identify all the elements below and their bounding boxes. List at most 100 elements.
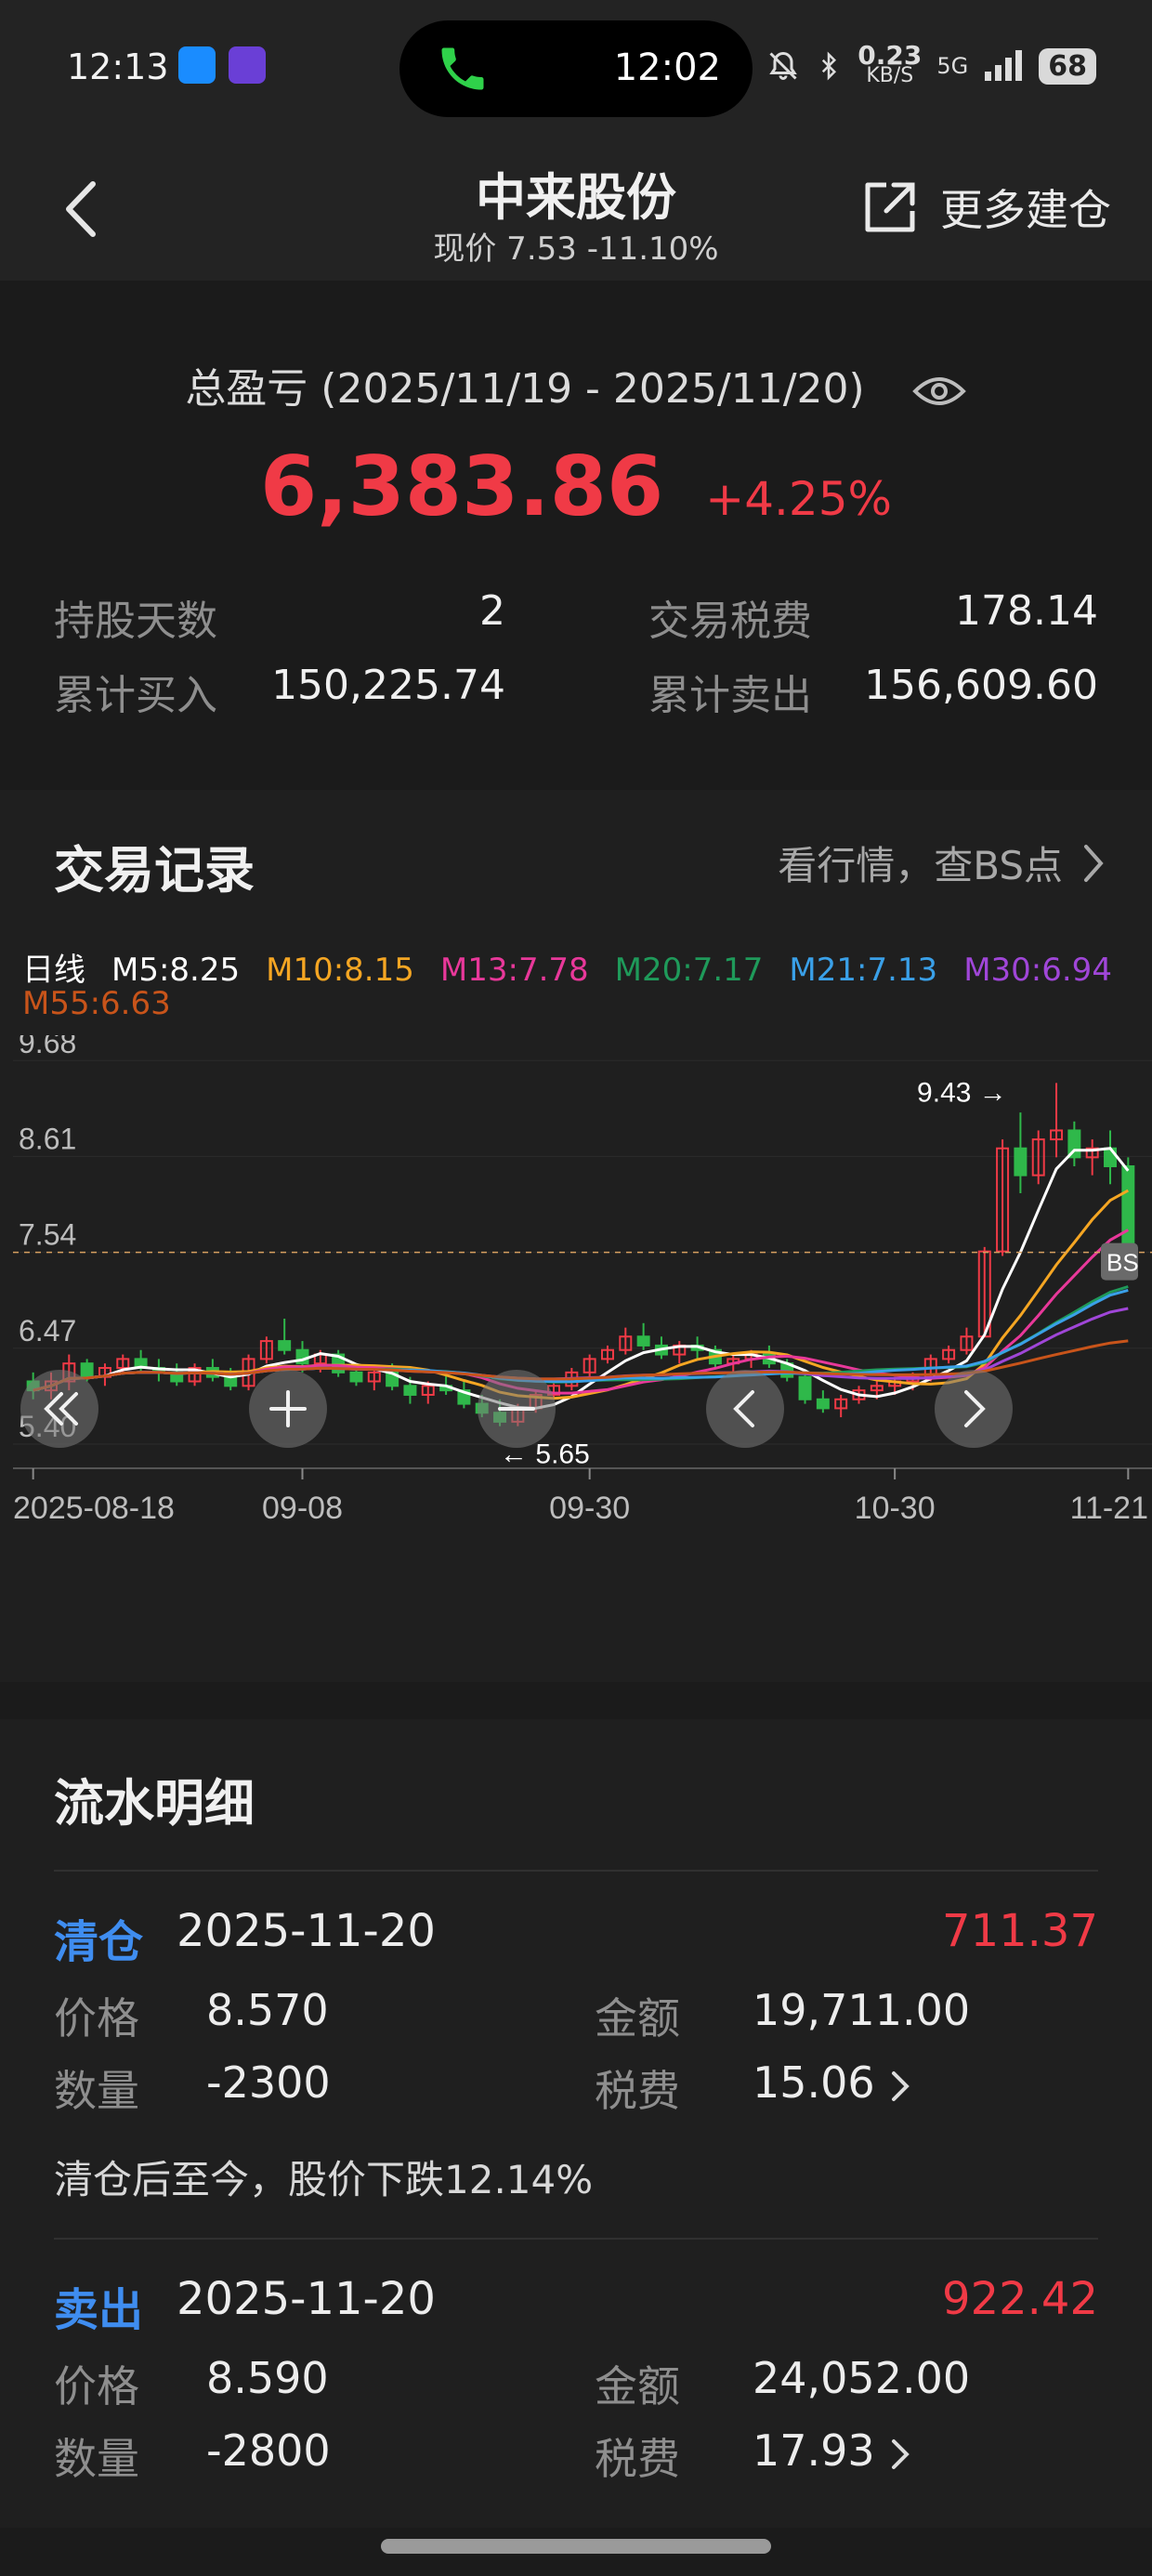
home-indicator[interactable] (381, 2539, 771, 2554)
pl-percent: +4.25% (705, 472, 893, 526)
status-time: 12:13 (67, 46, 169, 87)
y-tick-label: 8.61 (19, 1122, 76, 1155)
chevron-right-icon (891, 2438, 910, 2469)
candle-body (80, 1362, 94, 1378)
y-tick-label: 6.47 (19, 1314, 76, 1347)
price-value: 8.590 (206, 2353, 329, 2403)
call-pill[interactable]: 12:02 (399, 20, 753, 117)
fee-value: 15.06 (753, 2057, 875, 2108)
candle-body (636, 1335, 650, 1347)
candle-body (1121, 1165, 1135, 1253)
x-tick-label: 10-30 (855, 1491, 936, 1526)
ma-legend-row2: M55:6.63 (22, 985, 197, 1022)
tax-value: 178.14 (955, 587, 1098, 635)
pl-amount: 6,383.86 (259, 439, 664, 534)
ma-legend-item: M10:8.15 (266, 952, 414, 989)
sell-total-value: 156,609.60 (864, 662, 1098, 709)
control-circle (935, 1370, 1013, 1448)
y-tick-label: 7.54 (19, 1218, 76, 1252)
call-duration: 12:02 (613, 46, 721, 89)
x-tick-label: 09-30 (549, 1491, 630, 1526)
ma-line (33, 1147, 1130, 1410)
ma-legend-item: M5:8.25 (111, 952, 241, 989)
fee-label: 税费 (595, 2434, 680, 2484)
price-label: 价格 (54, 2361, 139, 2412)
y-tick-label: 9.68 (19, 1035, 76, 1059)
bluetooth-icon (822, 51, 837, 81)
x-tick-label: 2025-08-18 (13, 1491, 175, 1526)
pan-left-button[interactable] (706, 1370, 784, 1448)
record-type: 卖出 (54, 2284, 144, 2336)
amount-label: 金额 (595, 2361, 680, 2412)
eye-icon[interactable] (911, 373, 967, 410)
pl-summary: 总盈亏 (2025/11/19 - 2025/11/20) 6,383.86 +… (0, 281, 1152, 753)
kline-svg[interactable]: 9.688.617.546.475.409.43 →← 5.65BS2025-0… (13, 1026, 1152, 1593)
status-icons: 0.23 KB/S 5G 68 (766, 40, 1096, 87)
chevron-right-icon (1084, 844, 1104, 882)
amount-label: 金额 (595, 1993, 680, 2044)
record-date: 2025-11-20 (177, 1905, 436, 1957)
candle-body (278, 1340, 292, 1351)
tax-row: 交易税费 178.14 (648, 587, 1098, 645)
ma-legend-item: M55:6.63 (22, 985, 171, 1022)
candle-body (1014, 1147, 1028, 1176)
period-label: 日线 (22, 952, 85, 989)
app-notification-icon (178, 46, 216, 84)
clear-note: 清仓后至今，股价下跌12.14% (54, 2157, 594, 2202)
pl-amount-row: 6,383.86 +4.25% (0, 439, 1152, 534)
zoom-out-button[interactable] (478, 1370, 556, 1448)
pan-right-button[interactable] (935, 1370, 1013, 1448)
control-circle (706, 1370, 784, 1448)
bs-marker-label: BS (1106, 1249, 1139, 1277)
record-type: 清仓 (54, 1916, 144, 1968)
buy-total-value: 150,225.74 (271, 662, 505, 709)
pl-header: 总盈亏 (2025/11/19 - 2025/11/20) (0, 355, 1152, 414)
amount-value: 19,711.00 (753, 1985, 971, 2035)
price-value: 8.570 (206, 1985, 329, 2035)
battery-level: 68 (1039, 47, 1096, 85)
qty-value: -2300 (206, 2057, 331, 2108)
sell-total-row: 累计卖出 156,609.60 (648, 662, 1098, 719)
view-market-link[interactable]: 看行情，查BS点 (778, 835, 1106, 891)
nav-bar: 中来股份 现价 7.53 -11.10% 更多建仓 (0, 139, 1152, 281)
ma-legend: 日线 M5:8.25 M10:8.15 M13:7.78 M20:7.17 M21:7.1… (22, 944, 1138, 990)
trade-record-title: 交易记录 (54, 841, 255, 900)
buy-total-row: 累计买入 150,225.74 (54, 662, 505, 719)
app-notification-icon (229, 46, 266, 84)
chevron-right-icon (891, 2070, 910, 2101)
status-bar: 12:13 12:02 0.23 KB/S 5G 68 (0, 0, 1152, 139)
ma-legend-item: M13:7.78 (439, 952, 589, 989)
hold-days-row: 持股天数 2 (54, 587, 505, 645)
ma-legend-item: M30:6.94 (963, 952, 1112, 989)
fee-value: 17.93 (753, 2425, 875, 2476)
candle-body (816, 1398, 830, 1410)
more-positions-label: 更多建仓 (940, 185, 1111, 235)
trade-record-section: 交易记录 看行情，查BS点 日线 M5:8.25 M10:8.15 M13:7.78 M… (0, 790, 1152, 1682)
hold-days-value: 2 (479, 587, 505, 635)
price-label: 价格 (54, 1993, 139, 2044)
qty-label: 数量 (54, 2434, 139, 2484)
fee-button[interactable]: 17.93 (753, 2425, 910, 2476)
fee-button[interactable]: 15.06 (753, 2057, 910, 2108)
candle-body (349, 1371, 363, 1383)
record-profit: 711.37 (942, 1905, 1098, 1957)
zoom-in-button[interactable] (249, 1370, 327, 1448)
kline-chart[interactable]: 9.688.617.546.475.409.43 →← 5.65BS2025-0… (13, 1026, 1152, 1593)
max-price-label: 9.43 → (917, 1077, 1007, 1108)
net-speed: 0.23 KB/S (857, 40, 923, 87)
mute-bell-icon (769, 51, 798, 80)
candle-body (403, 1385, 417, 1396)
x-tick-label: 09-08 (262, 1491, 343, 1526)
x-tick-label: 11-21 (1070, 1491, 1148, 1526)
pl-label: 总盈亏 (2025/11/19 - 2025/11/20) (185, 365, 865, 413)
qty-label: 数量 (54, 2066, 139, 2116)
divider (54, 2238, 1098, 2240)
flow-title: 流水明细 (54, 1774, 255, 1833)
more-positions-button[interactable]: 更多建仓 (860, 177, 1111, 238)
signal-icon (985, 50, 1023, 81)
divider (54, 1870, 1098, 1872)
rewind-button[interactable] (20, 1370, 98, 1448)
flow-details-section: 流水明细 清仓 2025-11-20 711.37 价格 8.570 金额 19… (0, 1719, 1152, 2528)
amount-value: 24,052.00 (753, 2353, 971, 2403)
external-link-icon (865, 182, 915, 232)
